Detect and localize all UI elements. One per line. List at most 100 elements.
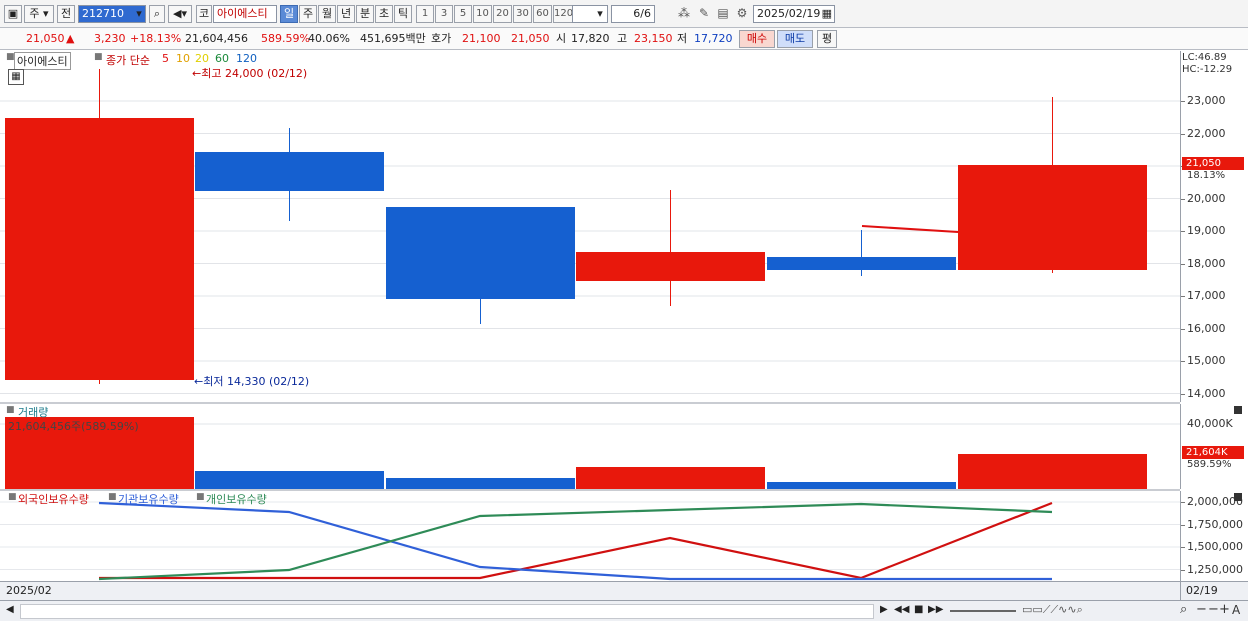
date-value: 2025/02/19 <box>757 7 821 20</box>
left-arrow-icon: ← <box>194 375 204 388</box>
low-label: 저 <box>677 32 688 45</box>
volume-bar-1 <box>195 471 384 489</box>
ma-period-5: 5 <box>162 52 169 65</box>
volume-bars[interactable] <box>0 404 1180 489</box>
stock-name-field[interactable]: 아이에스티 <box>213 5 277 23</box>
minute-tab-5[interactable]: 30 <box>513 5 532 23</box>
low-price: 17,720 <box>694 32 733 45</box>
volume-tag: 21,604K <box>1182 446 1244 459</box>
trade-amount: 451,695백만 <box>360 32 426 45</box>
zoom-slider[interactable] <box>950 610 1016 612</box>
tools-icon[interactable]: ✎ <box>696 5 712 21</box>
period-tab-1[interactable]: 주 <box>299 5 317 23</box>
ma-period-60: 60 <box>215 52 229 65</box>
panel-marker-icon: ■ <box>6 405 15 415</box>
zoom-out-icon[interactable]: − <box>1196 602 1207 617</box>
link-icon[interactable]: ⁂ <box>676 5 692 21</box>
rewind-icon[interactable]: ◀◀ <box>894 604 909 615</box>
minute-tab-4[interactable]: 20 <box>493 5 512 23</box>
y-tick <box>1181 101 1185 102</box>
search-icon[interactable]: ⌕ <box>1180 602 1187 617</box>
x-axis-end: 02/19 <box>1186 584 1218 597</box>
low-note-text: 최저 14,330 (02/12) <box>203 375 310 388</box>
up-arrow-icon: ▲ <box>66 32 75 45</box>
minute-tab-3[interactable]: 10 <box>473 5 492 23</box>
minus-icon[interactable]: − <box>1208 602 1219 617</box>
sell-button[interactable]: 매도 <box>777 30 813 48</box>
stop-icon[interactable]: ■ <box>914 604 923 615</box>
price-y-label: 22,000 <box>1187 126 1226 140</box>
y-tick <box>1181 569 1185 571</box>
holdings-y-label: 1,500,000 <box>1187 540 1243 553</box>
x-axis-start: 2025/02 <box>6 584 52 597</box>
minute-tab-7[interactable]: 120 <box>553 5 574 23</box>
panel-close-icon[interactable] <box>1234 406 1242 414</box>
zoom-in-icon[interactable]: + <box>1219 602 1230 617</box>
minute-tab-2[interactable]: 5 <box>454 5 472 23</box>
ma-period-120: 120 <box>236 52 257 65</box>
drawing-tools-icon[interactable]: ▭▭⟋⟋∿∿⌕ <box>1022 603 1083 617</box>
period-tab-5[interactable]: 초 <box>375 5 393 23</box>
bid-price: 21,100 <box>462 32 501 45</box>
page-indicator: 6/6 <box>611 5 655 23</box>
price-tag: 21,050 <box>1182 157 1244 170</box>
price-y-axis[interactable]: LC:46.89 HC:-12.29 23,00022,00021,00020,… <box>1180 51 1248 402</box>
prev-button[interactable]: 전 <box>57 5 75 23</box>
minute-tab-0[interactable]: 1 <box>416 5 434 23</box>
price-y-label: 19,000 <box>1187 224 1226 237</box>
period-tab-6[interactable]: 틱 <box>394 5 412 23</box>
chevron-down-icon[interactable]: ▾ <box>133 6 145 22</box>
main-toolbar: ▣ 주 ▾ 전 212710 ▾ ⌕ ◀▾ 코 아이에스티 일주월년분초틱 13… <box>0 0 1248 28</box>
period-tab-0[interactable]: 일 <box>280 5 298 23</box>
holdings-legend-0: 외국인보유수량 <box>18 493 89 506</box>
buy-button[interactable]: 매수 <box>739 30 775 48</box>
price-y-label: 16,000 <box>1187 321 1226 335</box>
gear-icon[interactable]: ⚙ <box>734 5 750 21</box>
market-label: 주 <box>29 7 40 20</box>
y-tick <box>1181 502 1185 503</box>
period-tab-2[interactable]: 월 <box>318 5 336 23</box>
period-tab-3[interactable]: 년 <box>337 5 355 23</box>
calendar-icon[interactable]: ▦ <box>822 6 832 22</box>
save-icon[interactable]: ▤ <box>715 5 731 21</box>
minute-tab-6[interactable]: 60 <box>533 5 552 23</box>
chevron-down-icon[interactable]: ▾ <box>594 6 606 22</box>
candle-body-5 <box>958 165 1147 270</box>
volume-panel[interactable]: ■ 거래량 21,604,456주(589.59%) <box>0 404 1180 489</box>
horizontal-scrollbar[interactable] <box>20 604 874 619</box>
ma-period-20: 20 <box>195 52 209 65</box>
stock-prefix-button[interactable]: 코 <box>196 5 212 23</box>
font-size-icon[interactable]: A <box>1232 603 1240 617</box>
holdings-y-axis[interactable]: 2,000,000 1,750,000 1,500,000 1,250,000 <box>1180 491 1248 581</box>
current-price: 21,050 <box>26 32 65 45</box>
price-y-label: 18,000 <box>1187 256 1226 270</box>
scroll-right-icon[interactable]: ▶ <box>880 604 888 615</box>
scroll-left-icon[interactable]: ◀ <box>6 604 14 615</box>
volume-y-axis[interactable]: 40,000K 21,604K 589.59% <box>1180 404 1248 489</box>
volume-bar-4 <box>767 482 956 489</box>
candlestick-chart[interactable] <box>0 51 1180 402</box>
volume-value-note: 21,604,456주(589.59%) <box>8 420 139 433</box>
minute-tab-1[interactable]: 3 <box>435 5 453 23</box>
y-tick <box>1181 133 1185 135</box>
fast-forward-icon[interactable]: ▶▶ <box>928 604 943 615</box>
search-icon[interactable]: ⌕ <box>149 5 165 23</box>
lc-value: LC:46.89 <box>1182 52 1227 63</box>
candle-body-3 <box>576 252 765 281</box>
window-icon[interactable]: ▣ <box>4 5 22 23</box>
period-tab-4[interactable]: 분 <box>356 5 374 23</box>
date-input[interactable]: 2025/02/19 ▦ <box>753 5 835 23</box>
eval-button[interactable]: 평 <box>817 30 837 48</box>
market-select[interactable]: 주 ▾ <box>24 5 54 23</box>
panel-marker-icon: ■ <box>94 52 103 62</box>
holdings-panel[interactable]: ■ 외국인보유수량 ■ 기관보유수량 ■ 개인보유수량 <box>0 491 1180 581</box>
high-label: 고 <box>617 32 628 45</box>
price-y-label: 23,000 <box>1187 94 1226 107</box>
ask-price: 21,050 <box>511 32 550 45</box>
calendar-icon[interactable]: ▦ <box>8 69 24 85</box>
price-panel[interactable]: ■ 아이에스티 ■ 종가 단순 5 10 20 60 120 ▦ ←최고 24,000 … <box>0 51 1180 402</box>
volume-value: 21,604,456 <box>185 32 248 45</box>
panel-marker-icon: ■ <box>8 492 17 502</box>
open-price: 17,820 <box>571 32 610 45</box>
speaker-icon[interactable]: ◀▾ <box>168 5 192 23</box>
